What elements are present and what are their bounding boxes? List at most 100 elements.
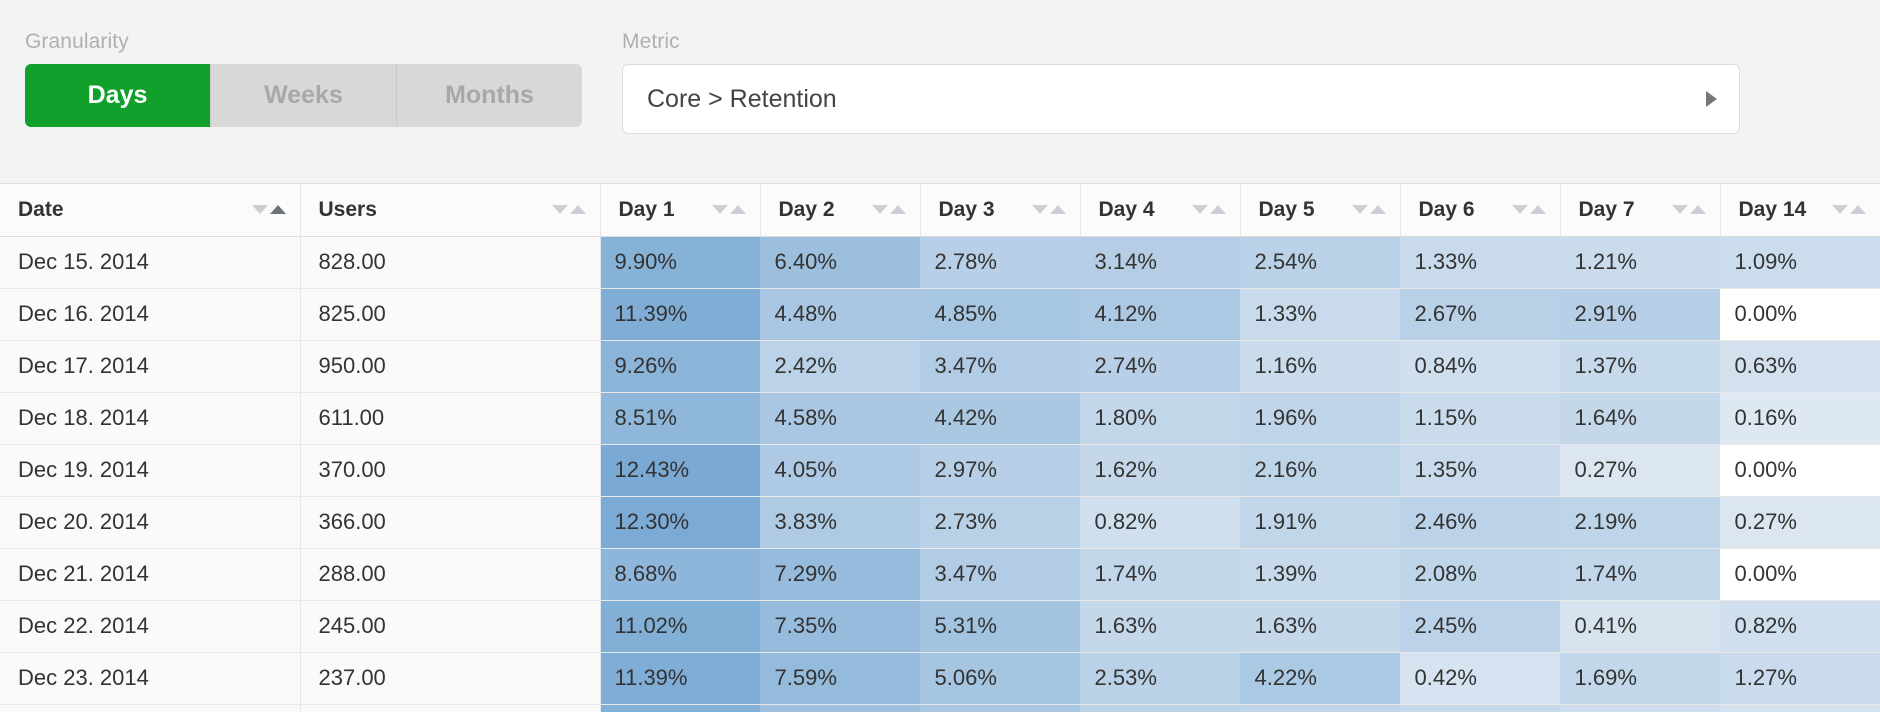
table-row[interactable]: Dec 20. 2014366.0012.30%3.83%2.73%0.82%1… [0,496,1880,548]
cell-date [0,704,300,712]
cell-date-text: Dec 16. 2014 [0,301,300,327]
granularity-control: Granularity DaysWeeksMonths [25,30,582,127]
cell-date-text: Dec 15. 2014 [0,249,300,275]
table-row[interactable]: Dec 16. 2014825.0011.39%4.48%4.85%4.12%1… [0,288,1880,340]
sort-toggle-d4[interactable] [1192,205,1226,214]
cell-value-text: 4.22% [1241,665,1400,691]
table-row[interactable]: Dec 22. 2014245.0011.02%7.35%5.31%1.63%1… [0,600,1880,652]
cell-d7: 1.21% [1560,236,1720,288]
column-header-d1[interactable]: Day 1 [600,184,760,236]
cell-date: Dec 17. 2014 [0,340,300,392]
sort-toggle-d6[interactable] [1512,205,1546,214]
cell-users: 950.00 [300,340,600,392]
sort-toggle-users[interactable] [552,205,586,214]
cell-value-text: 1.80% [1081,405,1240,431]
cell-d14: 0.00% [1720,548,1880,600]
column-header-users[interactable]: Users [300,184,600,236]
cell-d7: 1.74% [1560,548,1720,600]
granularity-option-months[interactable]: Months [397,64,582,127]
table-row[interactable]: Dec 17. 2014950.009.26%2.42%3.47%2.74%1.… [0,340,1880,392]
sort-descending-icon[interactable] [712,205,728,214]
sort-toggle-d5[interactable] [1352,205,1386,214]
granularity-option-weeks[interactable]: Weeks [211,64,397,127]
sort-ascending-icon[interactable] [270,205,286,214]
column-header-d5[interactable]: Day 5 [1240,184,1400,236]
cell-d6 [1400,704,1560,712]
sort-toggle-d14[interactable] [1832,205,1866,214]
sort-ascending-icon[interactable] [1690,205,1706,214]
sort-descending-icon[interactable] [552,205,568,214]
sort-descending-icon[interactable] [872,205,888,214]
sort-ascending-icon[interactable] [730,205,746,214]
cell-value-text: 5.31% [921,613,1080,639]
cell-d5: 1.39% [1240,548,1400,600]
cell-d3: 4.42% [920,392,1080,444]
cell-d1: 8.68% [600,548,760,600]
sort-descending-icon[interactable] [1192,205,1208,214]
cell-d6: 0.84% [1400,340,1560,392]
cell-d5 [1240,704,1400,712]
cell-value-text: 11.02% [601,613,760,639]
sort-toggle-date[interactable] [252,205,286,214]
sort-descending-icon[interactable] [1512,205,1528,214]
granularity-segmented-control[interactable]: DaysWeeksMonths [25,64,582,127]
column-header-d6[interactable]: Day 6 [1400,184,1560,236]
table-row[interactable]: Dec 21. 2014288.008.68%7.29%3.47%1.74%1.… [0,548,1880,600]
cell-value-text: 0.63% [1721,353,1880,379]
cell-d5: 2.54% [1240,236,1400,288]
sort-ascending-icon[interactable] [1850,205,1866,214]
sort-ascending-icon[interactable] [1370,205,1386,214]
column-header-d3[interactable]: Day 3 [920,184,1080,236]
cell-users: 237.00 [300,652,600,704]
table-row[interactable]: Dec 19. 2014370.0012.43%4.05%2.97%1.62%2… [0,444,1880,496]
cell-d2: 3.83% [760,496,920,548]
cell-date-text: Dec 23. 2014 [0,665,300,691]
sort-descending-icon[interactable] [1352,205,1368,214]
cell-value-text: 1.64% [1561,405,1720,431]
cell-date-text: Dec 21. 2014 [0,561,300,587]
sort-descending-icon[interactable] [1832,205,1848,214]
sort-ascending-icon[interactable] [1210,205,1226,214]
sort-ascending-icon[interactable] [570,205,586,214]
caret-right-icon[interactable] [1706,91,1717,107]
sort-toggle-d3[interactable] [1032,205,1066,214]
cell-d6: 1.15% [1400,392,1560,444]
table-row[interactable] [0,704,1880,712]
table-row[interactable]: Dec 15. 2014828.009.90%6.40%2.78%3.14%2.… [0,236,1880,288]
cell-d4: 1.80% [1080,392,1240,444]
metric-select-value: Core > Retention [647,85,1706,114]
cell-value-text: 4.48% [761,301,920,327]
sort-descending-icon[interactable] [252,205,268,214]
column-header-date[interactable]: Date [0,184,300,236]
cell-d4: 1.74% [1080,548,1240,600]
cell-d6: 0.42% [1400,652,1560,704]
sort-descending-icon[interactable] [1672,205,1688,214]
granularity-option-days[interactable]: Days [25,64,211,127]
sort-toggle-d2[interactable] [872,205,906,214]
metric-select[interactable]: Core > Retention [622,64,1740,134]
table-row[interactable]: Dec 18. 2014611.008.51%4.58%4.42%1.80%1.… [0,392,1880,444]
cell-users-text: 828.00 [301,249,600,275]
column-header-label: Day 1 [619,198,712,222]
granularity-label: Granularity [25,30,582,54]
sort-toggle-d7[interactable] [1672,205,1706,214]
cell-d1: 12.30% [600,496,760,548]
column-header-d4[interactable]: Day 4 [1080,184,1240,236]
sort-toggle-d1[interactable] [712,205,746,214]
cell-d3: 5.31% [920,600,1080,652]
cell-users-text: 366.00 [301,509,600,535]
sort-descending-icon[interactable] [1032,205,1048,214]
sort-ascending-icon[interactable] [1530,205,1546,214]
cell-d4: 2.74% [1080,340,1240,392]
column-header-d2[interactable]: Day 2 [760,184,920,236]
cell-value-text: 2.74% [1081,353,1240,379]
cell-d6: 2.46% [1400,496,1560,548]
table-row[interactable]: Dec 23. 2014237.0011.39%7.59%5.06%2.53%4… [0,652,1880,704]
column-header-d7[interactable]: Day 7 [1560,184,1720,236]
sort-ascending-icon[interactable] [890,205,906,214]
cell-d4: 0.82% [1080,496,1240,548]
column-header-d14[interactable]: Day 14 [1720,184,1880,236]
cell-d4: 1.63% [1080,600,1240,652]
cell-value-text: 1.62% [1081,457,1240,483]
sort-ascending-icon[interactable] [1050,205,1066,214]
